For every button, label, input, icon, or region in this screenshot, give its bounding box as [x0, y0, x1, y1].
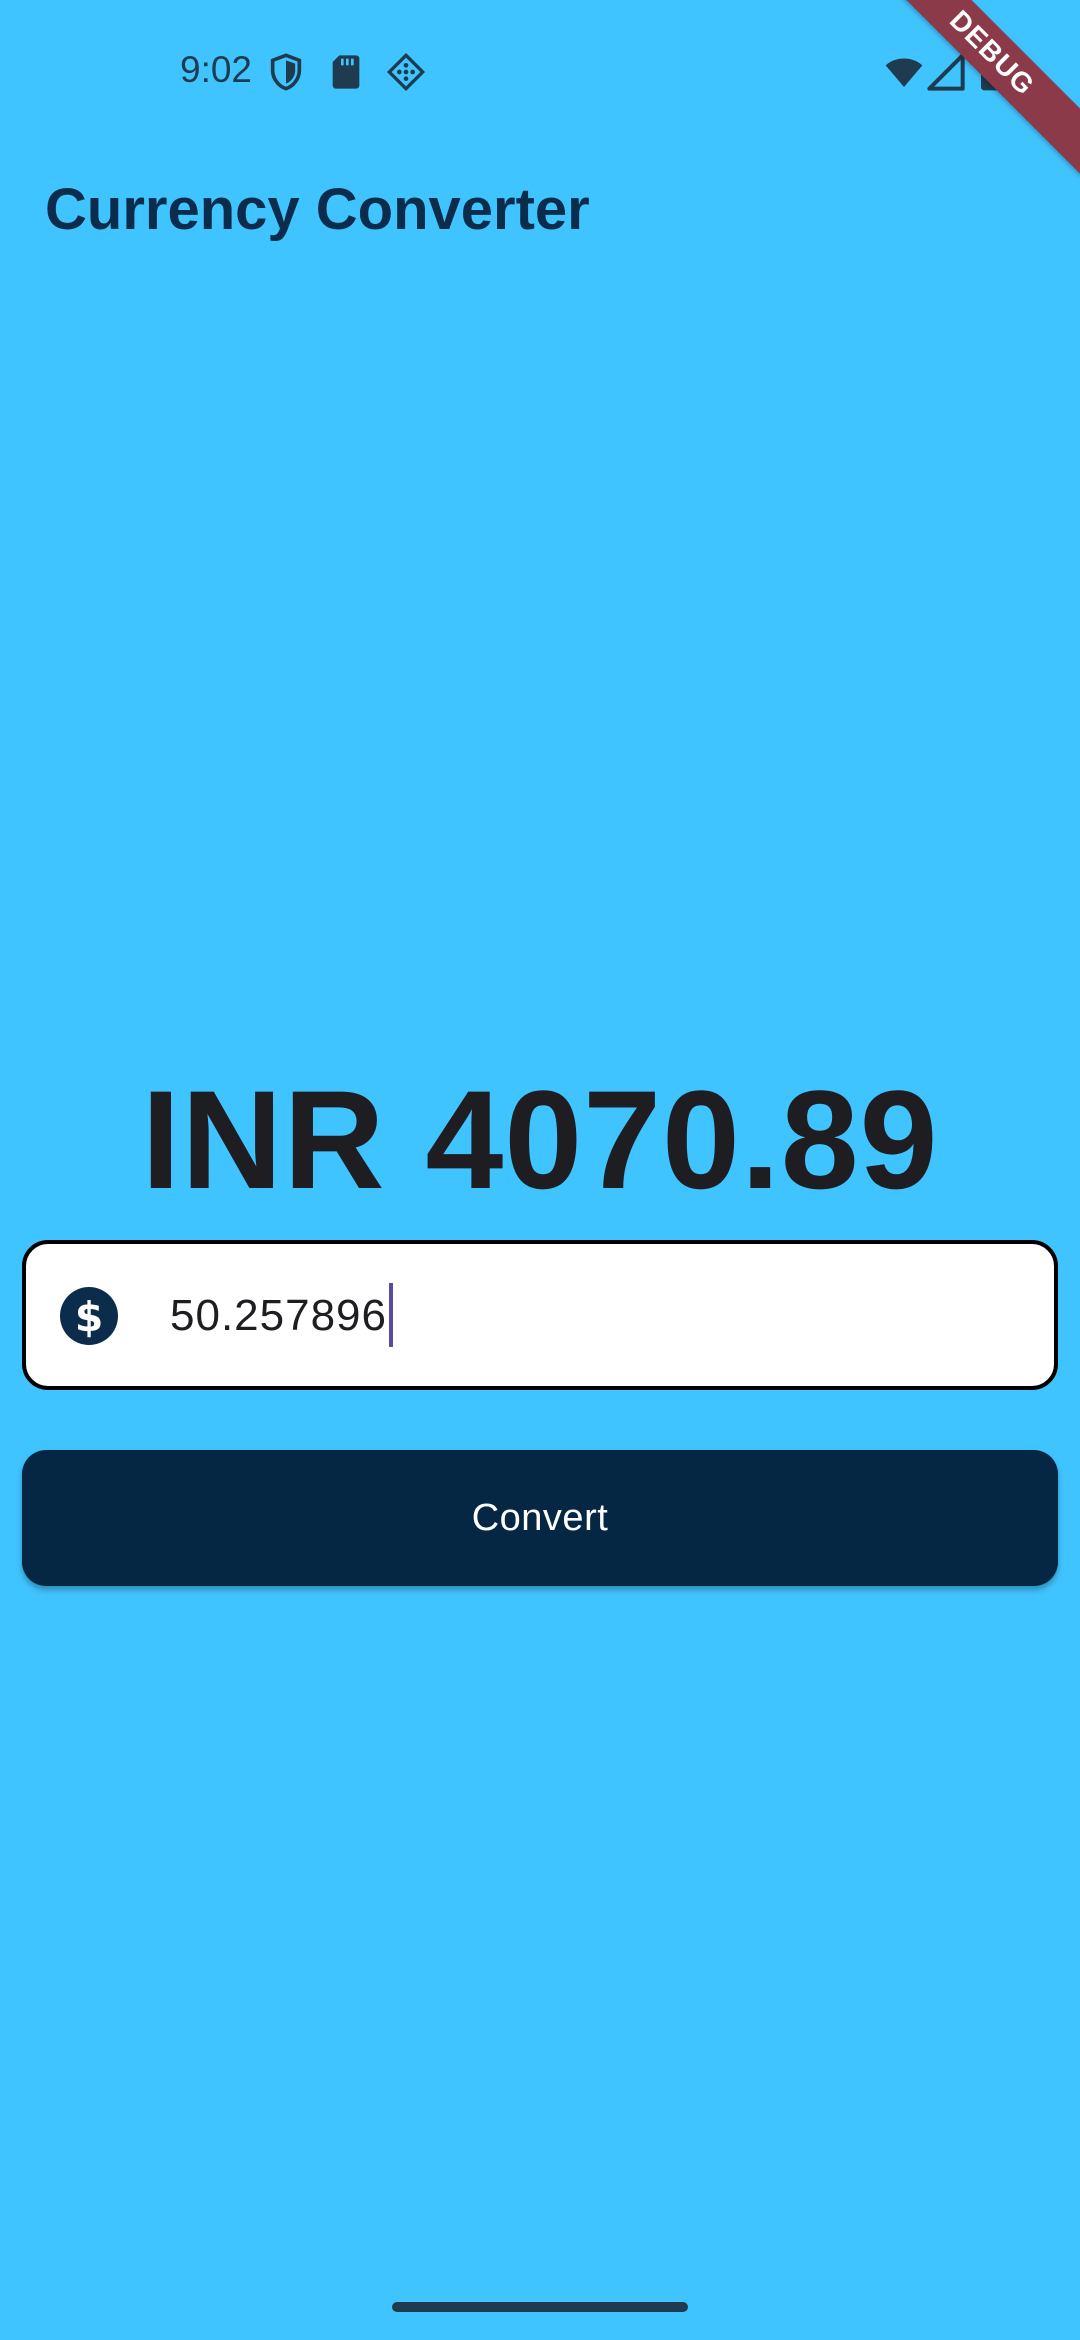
wifi-icon — [882, 52, 926, 92]
sd-card-icon — [326, 52, 366, 92]
amount-input[interactable]: $ 50.257896 — [22, 1240, 1058, 1390]
conversion-result: INR 4070.89 — [141, 1061, 939, 1218]
dollar-circle-icon: $ — [60, 1287, 118, 1345]
svg-text:$: $ — [75, 1293, 104, 1341]
diamond-grid-icon — [386, 52, 426, 92]
status-time: 9:02 — [180, 49, 253, 90]
shield-icon — [266, 52, 306, 92]
status-bar: 9:02 — [0, 0, 1080, 140]
amount-input-value[interactable]: 50.257896 — [170, 1288, 393, 1347]
convert-button[interactable]: Convert — [22, 1450, 1058, 1586]
gesture-navigation-bar[interactable] — [392, 2302, 688, 2312]
cellular-signal-icon — [926, 52, 966, 92]
page-title: Currency Converter — [45, 177, 590, 242]
